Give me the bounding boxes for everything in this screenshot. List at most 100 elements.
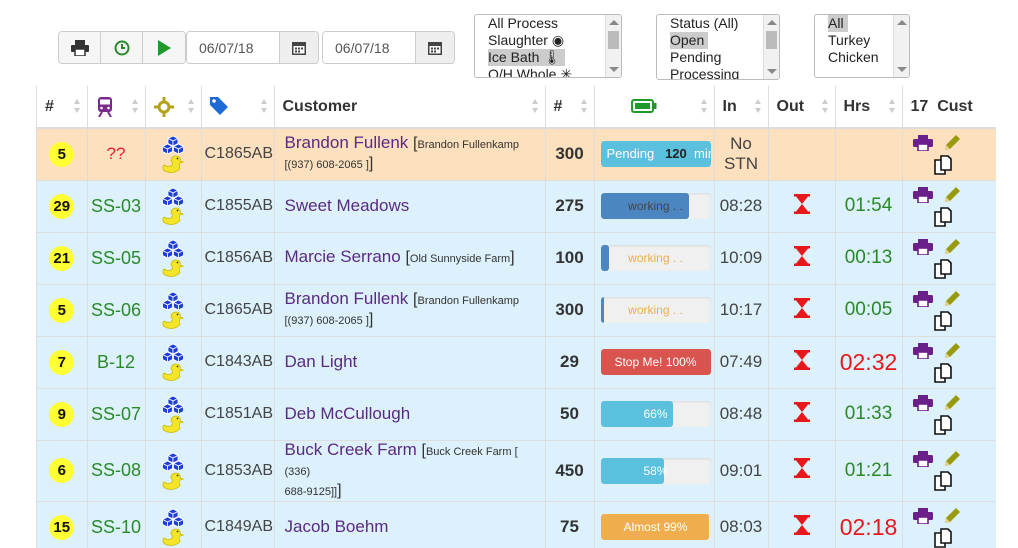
col-header-number[interactable]: # bbox=[37, 86, 88, 129]
customer-name[interactable]: Brandon Fullenk bbox=[285, 133, 409, 152]
status-list-scrollbar[interactable] bbox=[763, 15, 779, 79]
print-button[interactable] bbox=[59, 32, 101, 63]
boxes-icon bbox=[161, 239, 185, 259]
customer-name[interactable]: Sweet Meadows bbox=[285, 196, 410, 215]
orders-table: # Customer # In Out Hrs 17 Cust 5?? C1865… bbox=[37, 86, 996, 548]
copy-row-button[interactable] bbox=[933, 471, 953, 495]
status-filter-list[interactable]: Status (All) Open Pending Processing bbox=[656, 14, 780, 80]
print-row-button[interactable] bbox=[912, 507, 933, 525]
duck-icon bbox=[162, 363, 185, 381]
col-header-customer[interactable]: Customer bbox=[274, 86, 546, 129]
status_list-option[interactable]: Processing bbox=[657, 66, 779, 79]
customer-name[interactable]: Jacob Boehm bbox=[285, 517, 389, 536]
edit-row-button[interactable] bbox=[943, 342, 961, 360]
customer-name[interactable]: Brandon Fullenk bbox=[285, 289, 409, 308]
copy-row-button[interactable] bbox=[933, 527, 953, 548]
copy-row-button[interactable] bbox=[933, 310, 953, 335]
edit-row-button[interactable] bbox=[943, 450, 961, 468]
quantity: 100 bbox=[545, 232, 595, 285]
elapsed-hours: 00:13 bbox=[835, 232, 903, 285]
copy-icon bbox=[933, 258, 952, 279]
copy-row-button[interactable] bbox=[933, 206, 953, 231]
col-header-station[interactable] bbox=[87, 86, 146, 129]
process-list-scrollbar[interactable] bbox=[605, 15, 621, 77]
date-from-calendar-button[interactable] bbox=[279, 32, 318, 63]
order-number: C1851AB bbox=[201, 388, 275, 441]
table-row[interactable]: 5?? C1865AB Brandon Fullenk [Brandon Fulle… bbox=[37, 128, 996, 181]
progress-bar: working . . bbox=[600, 245, 711, 271]
process_list-option[interactable]: All Process bbox=[475, 15, 621, 32]
progress-label: 58% bbox=[643, 463, 668, 478]
copy-row-button[interactable] bbox=[933, 414, 953, 439]
table-row[interactable]: 7 B-12 C1843AB Dan Light 29 Stop Me! 100% 07:4… bbox=[37, 336, 996, 389]
species-list-scrollbar[interactable] bbox=[893, 15, 909, 77]
table-header-row: # Customer # In Out Hrs 17 Cust bbox=[37, 86, 996, 129]
print-row-button[interactable] bbox=[912, 451, 933, 468]
clock-button[interactable] bbox=[101, 32, 143, 63]
time-in: 07:49 bbox=[714, 336, 769, 389]
col-header-out[interactable]: Out bbox=[768, 86, 836, 129]
print-row-button[interactable] bbox=[912, 134, 933, 152]
print-row-button[interactable] bbox=[912, 186, 933, 204]
process-filter-list[interactable]: All Process Slaughter ◉ Ice Bath 🌡 O/H Whol… bbox=[474, 14, 622, 78]
crosshair-icon bbox=[153, 96, 174, 117]
status_list-option[interactable]: Open bbox=[657, 32, 779, 49]
boxes-icon bbox=[161, 135, 185, 155]
quantity: 300 bbox=[545, 284, 595, 337]
elapsed-hours: 01:33 bbox=[835, 388, 903, 441]
hourglass-icon bbox=[793, 401, 810, 422]
duck-icon bbox=[162, 155, 185, 174]
table-row[interactable]: 9 SS-07 C1851AB Deb McCullough 50 66% 08:48 01:… bbox=[37, 388, 996, 441]
print-row-button[interactable] bbox=[912, 290, 933, 308]
customer-name[interactable]: Marcie Serrano bbox=[285, 247, 401, 266]
order-number: C1856AB bbox=[201, 232, 275, 285]
edit-row-button[interactable] bbox=[943, 507, 961, 525]
edit-row-button[interactable] bbox=[943, 238, 961, 256]
copy-row-button[interactable] bbox=[933, 154, 953, 179]
col-header-quantity[interactable]: # bbox=[545, 86, 595, 129]
process_list-option[interactable]: Slaughter ◉ bbox=[475, 32, 621, 49]
customer-name[interactable]: Dan Light bbox=[285, 352, 358, 371]
table-row[interactable]: 29 SS-03 C1855AB Sweet Meadows 275 working . … bbox=[37, 180, 996, 233]
customer-name[interactable]: Deb McCullough bbox=[285, 404, 411, 423]
row-number-badge: 21 bbox=[49, 245, 75, 271]
edit-row-button[interactable] bbox=[943, 394, 961, 412]
copy-row-button[interactable] bbox=[933, 362, 953, 387]
edit-row-button[interactable] bbox=[943, 134, 961, 152]
edit-row-button[interactable] bbox=[943, 290, 961, 308]
hourglass-icon bbox=[793, 458, 810, 478]
time-in: 08:28 bbox=[714, 180, 769, 233]
boxes-icon bbox=[161, 187, 185, 207]
process_list-option[interactable]: O/H Whole ✳ bbox=[475, 66, 621, 77]
species-filter-list[interactable]: All Turkey Chicken bbox=[814, 14, 910, 78]
table-row[interactable]: 6 SS-08 C1853AB Buck Creek Farm [Buck Creek… bbox=[37, 440, 996, 502]
edit-row-button[interactable] bbox=[943, 186, 961, 204]
pencil-icon bbox=[944, 507, 960, 523]
print-row-button[interactable] bbox=[912, 342, 933, 360]
date-from-input[interactable] bbox=[187, 32, 279, 63]
printer-icon bbox=[912, 290, 933, 308]
customer-name[interactable]: Buck Creek Farm bbox=[285, 440, 417, 459]
col-header-type[interactable] bbox=[145, 86, 202, 129]
print-row-button[interactable] bbox=[912, 394, 933, 412]
print-row-button[interactable] bbox=[912, 238, 933, 256]
play-button[interactable] bbox=[143, 32, 185, 63]
status_list-option[interactable]: Status (All) bbox=[657, 15, 779, 32]
col-header-order[interactable] bbox=[201, 86, 275, 129]
progress-label: working . . bbox=[628, 303, 683, 317]
col-header-progress[interactable] bbox=[594, 86, 715, 129]
date-to-calendar-button[interactable] bbox=[415, 32, 454, 63]
table-row[interactable]: 15 SS-10 C1849AB Jacob Boehm 75 Almost 99% 08:… bbox=[37, 501, 996, 548]
station-label: SS-06 bbox=[90, 299, 142, 320]
process_list-option[interactable]: Ice Bath 🌡 bbox=[475, 49, 621, 66]
status_list-option[interactable]: Pending bbox=[657, 49, 779, 66]
col-header-in[interactable]: In bbox=[714, 86, 769, 129]
elapsed-hours: 01:54 bbox=[835, 180, 903, 233]
table-row[interactable]: 5 SS-06 C1865AB Brandon Fullenk [Brandon Fu… bbox=[37, 284, 996, 337]
row-number-badge: 9 bbox=[49, 401, 75, 427]
date-to-input[interactable] bbox=[323, 32, 415, 63]
printer-icon bbox=[912, 134, 933, 152]
table-row[interactable]: 21 SS-05 C1856AB Marcie Serrano [Old Sunnys… bbox=[37, 232, 996, 285]
col-header-hrs[interactable]: Hrs bbox=[835, 86, 903, 129]
copy-row-button[interactable] bbox=[933, 258, 953, 283]
